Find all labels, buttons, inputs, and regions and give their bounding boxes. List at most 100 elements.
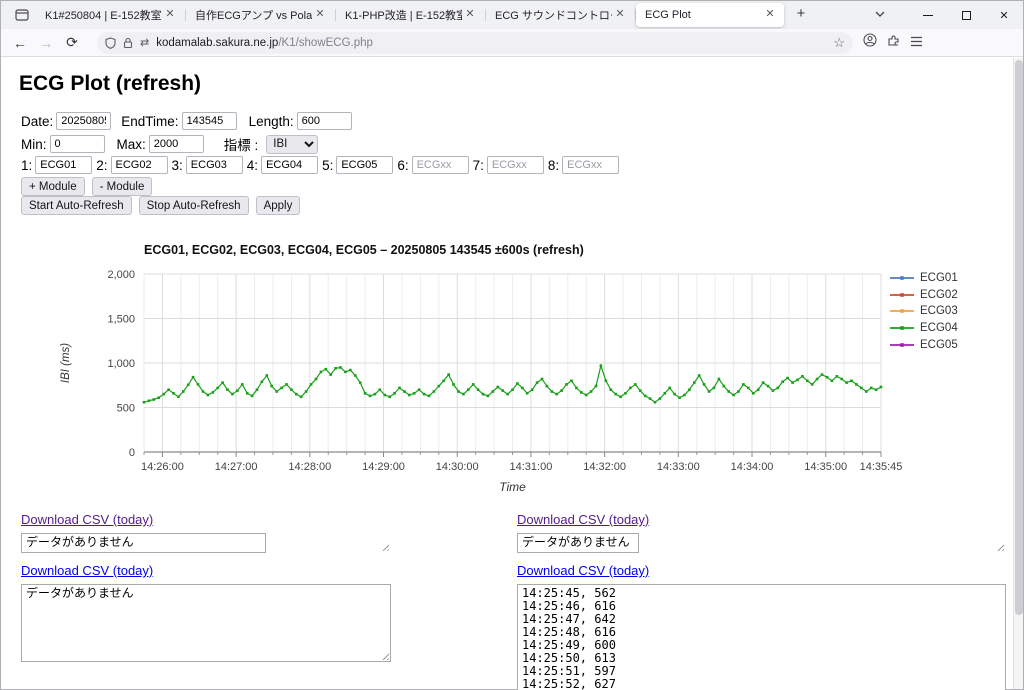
channel-input-2[interactable] [111,156,168,174]
channel-input-1[interactable] [35,156,92,174]
length-input[interactable] [297,112,352,130]
data-point [747,387,750,390]
csv-textarea[interactable] [21,533,266,553]
data-point [212,391,215,394]
back-icon[interactable]: ← [7,32,33,54]
browser-tab[interactable]: 自作ECGアンプ vs Polar H10 | E-152教室✕ [186,3,334,27]
channel-input-8[interactable] [562,156,619,174]
endtime-input[interactable] [182,112,237,130]
download-csv-link[interactable]: Download CSV (today) [21,563,391,578]
data-point [619,396,622,399]
tab-close-icon[interactable]: ✕ [312,7,328,23]
browser-tab[interactable]: ECG Plot✕ [636,3,784,27]
channel-field-7: 7: [473,156,544,174]
browser-tab[interactable]: K1#250804 | E-152教室✕ [36,3,184,27]
reload-icon[interactable]: ⟳ [59,32,85,54]
channel-input-6[interactable] [412,156,469,174]
min-input[interactable] [50,135,105,153]
data-point [659,397,662,400]
address-bar[interactable]: ⇄ kodamalab.sakura.ne.jp/K1/showECG.php … [97,32,853,54]
account-icon[interactable] [863,33,877,52]
browser-window: { "browser": { "tabs": [ { "title": "K1#… [0,0,1024,690]
data-point [757,388,760,391]
data-point [393,392,396,395]
refresh-buttons-row: Start Auto-Refresh Stop Auto-Refresh App… [21,196,300,215]
page-scrollbar[interactable] [1013,58,1023,689]
csv-textarea[interactable] [517,533,639,553]
data-point [521,387,524,390]
tab-title: ECG Plot [645,9,762,21]
chart-svg: 14:26:0014:27:0014:28:0014:29:0014:30:00… [1,242,1015,504]
data-point [536,381,539,384]
data-point [177,396,180,399]
stop-auto-refresh-button[interactable]: Stop Auto-Refresh [139,196,249,215]
legend-label: ECG03 [920,305,958,317]
firefox-view-icon[interactable] [9,4,35,26]
legend-item: ECG03 [890,303,958,320]
channel-input-4[interactable] [261,156,318,174]
data-point [236,389,239,392]
data-point [344,371,347,374]
downloads-left-column: Download CSV (today) Download CSV (today) [21,512,391,672]
data-point [708,390,711,393]
legend-marker-icon [890,306,914,316]
resize-handle-icon[interactable] [380,542,389,551]
lock-icon[interactable] [123,37,133,49]
metric-select[interactable]: IBI [266,135,318,154]
maximize-button[interactable] [947,1,985,29]
data-point [629,387,632,390]
legend-marker-icon [890,323,914,333]
apply-button[interactable]: Apply [256,196,301,215]
channel-field-5: 5: [322,156,393,174]
data-point [551,390,554,393]
max-input[interactable] [149,135,204,153]
menu-icon[interactable] [910,34,923,52]
permissions-icon[interactable]: ⇄ [140,36,149,49]
remove-module-button[interactable]: - Module [92,177,153,196]
csv-textarea[interactable] [21,584,391,662]
data-point [462,393,465,396]
y-tick-label: 500 [117,403,135,415]
download-csv-link[interactable]: Download CSV (today) [517,512,1006,527]
scrollbar-thumb[interactable] [1015,60,1023,615]
channel-label-5: 5: [322,158,333,173]
list-tabs-chevron-icon[interactable] [865,9,895,21]
bookmark-star-icon[interactable]: ☆ [833,35,845,51]
shield-icon[interactable] [105,37,116,49]
csv-textarea[interactable] [517,584,1006,690]
tab-close-icon[interactable]: ✕ [462,7,478,23]
browser-tab[interactable]: ECG サウンドコントロール✕ [486,3,634,27]
download-csv-link[interactable]: Download CSV (today) [21,512,391,527]
channel-input-3[interactable] [186,156,243,174]
data-point [575,387,578,390]
tab-close-icon[interactable]: ✕ [612,7,628,23]
channel-input-5[interactable] [336,156,393,174]
tab-close-icon[interactable]: ✕ [162,7,178,23]
data-point [148,400,151,403]
data-point [315,378,318,381]
tab-title: K1#250804 | E-152教室 [45,7,162,23]
legend-marker-icon [890,340,914,350]
forward-icon[interactable]: → [33,32,59,54]
data-point [216,387,219,390]
start-auto-refresh-button[interactable]: Start Auto-Refresh [21,196,132,215]
channel-label-7: 7: [473,158,484,173]
data-point [565,383,568,386]
resize-handle-icon[interactable] [995,542,1004,551]
close-window-button[interactable]: ✕ [985,1,1023,29]
download-csv-link[interactable]: Download CSV (today) [517,563,1006,578]
date-input[interactable] [56,112,111,130]
channel-input-7[interactable] [487,156,544,174]
browser-tab[interactable]: K1-PHP改造 | E-152教室✕ [336,3,484,27]
data-point [487,395,490,398]
channel-field-6: 6: [397,156,468,174]
channel-label-8: 8: [548,158,559,173]
minimize-button[interactable] [909,1,947,29]
data-point [275,390,278,393]
extensions-icon[interactable] [887,34,900,52]
data-point [413,392,416,395]
add-module-button[interactable]: + Module [21,177,85,196]
tab-close-icon[interactable]: ✕ [762,7,778,23]
new-tab-button[interactable]: + [789,3,813,27]
x-tick-label: 14:31:00 [510,461,553,473]
